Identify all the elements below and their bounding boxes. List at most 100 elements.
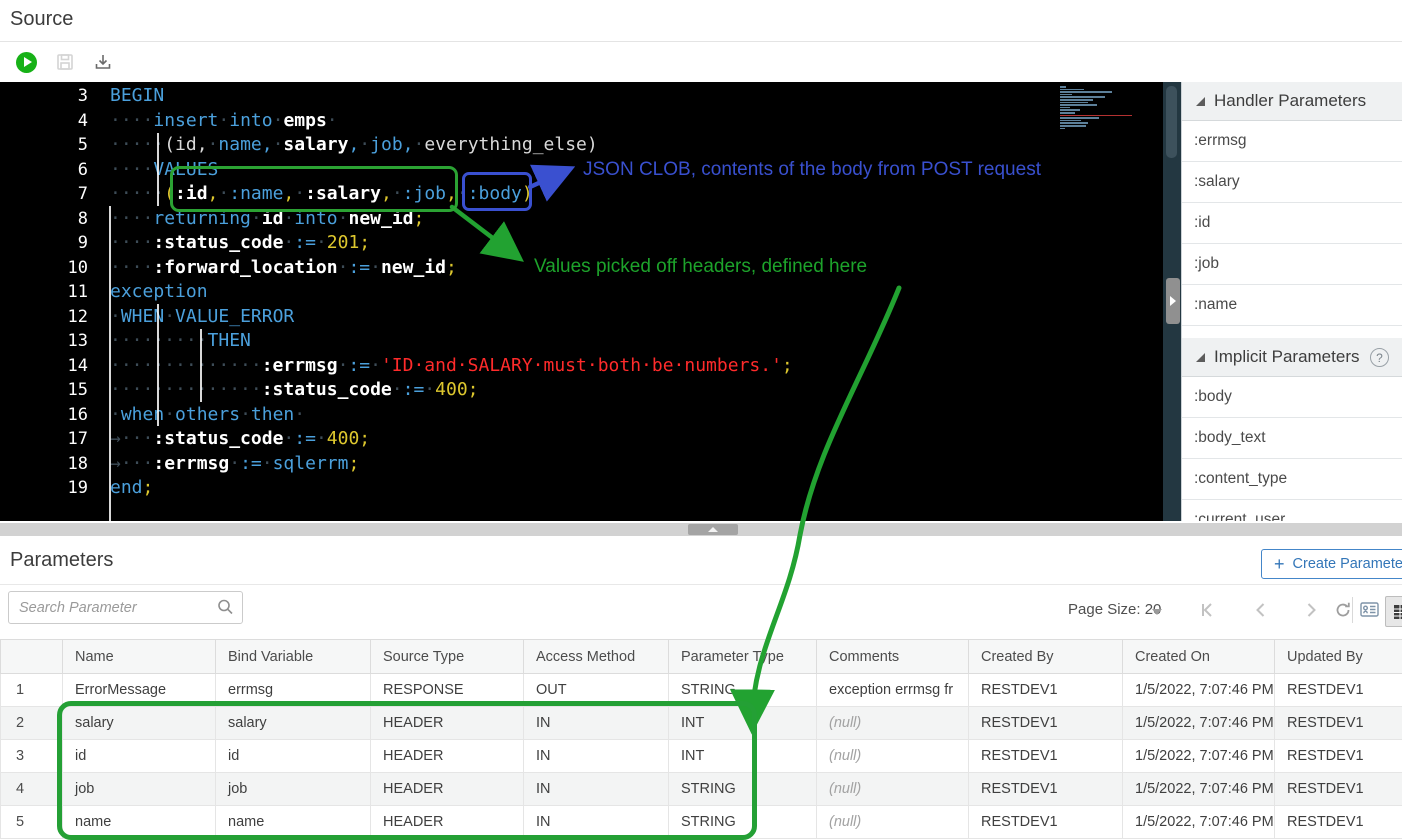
column-header[interactable]: Parameter Type <box>669 640 817 674</box>
handler-param-id[interactable]: :id <box>1182 203 1402 244</box>
column-header[interactable]: Created By <box>969 640 1123 674</box>
row-number: 1 <box>1 674 63 707</box>
cell: 1/5/2022, 7:07:46 PM <box>1123 806 1275 839</box>
play-icon <box>16 52 37 73</box>
implicit-parameters-list: :body:body_text:content_type:current_use… <box>1182 377 1402 521</box>
collapse-editor-handle[interactable] <box>688 524 738 535</box>
column-header[interactable] <box>1 640 63 674</box>
cell: HEADER <box>371 740 524 773</box>
handler-param-name[interactable]: :name <box>1182 285 1402 326</box>
cell: RESTDEV1 <box>969 773 1123 806</box>
handler-parameters-header[interactable]: Handler Parameters <box>1182 82 1402 121</box>
line-number: 12 <box>0 305 88 330</box>
column-header[interactable]: Updated By <box>1275 640 1402 674</box>
save-button[interactable] <box>52 49 78 75</box>
implicit-param-content_type[interactable]: :content_type <box>1182 459 1402 500</box>
cell: RESTDEV1 <box>1275 740 1402 773</box>
cell: (null) <box>817 707 969 740</box>
search-parameter-box <box>8 591 243 624</box>
plus-icon: + <box>1274 554 1285 575</box>
minimap-line <box>1060 99 1093 101</box>
column-header[interactable]: Bind Variable <box>216 640 371 674</box>
handler-param-errmsg[interactable]: :errmsg <box>1182 121 1402 162</box>
cell: IN <box>524 806 669 839</box>
table-row-id[interactable]: 3ididHEADERININT(null)RESTDEV11/5/2022, … <box>1 740 1402 773</box>
column-header[interactable]: Comments <box>817 640 969 674</box>
handler-param-salary[interactable]: :salary <box>1182 162 1402 203</box>
implicit-param-body_text[interactable]: :body_text <box>1182 418 1402 459</box>
line-number: 18 <box>0 452 88 477</box>
column-header[interactable]: Access Method <box>524 640 669 674</box>
source-title: Source <box>10 8 73 31</box>
source-header: Source <box>0 0 1402 42</box>
create-parameter-button[interactable]: + Create Parameter <box>1261 549 1402 579</box>
column-header[interactable]: Source Type <box>371 640 524 674</box>
card-view-button[interactable] <box>1356 596 1383 623</box>
code-editor[interactable]: 345678910111213141516171819 BEGIN····ins… <box>0 82 1163 521</box>
line-number: 15 <box>0 378 88 403</box>
run-button[interactable] <box>13 49 39 75</box>
parameters-table: NameBind VariableSource TypeAccess Metho… <box>0 639 1402 839</box>
cell: RESTDEV1 <box>1275 674 1402 707</box>
cell: 1/5/2022, 7:07:46 PM <box>1123 674 1275 707</box>
cell: IN <box>524 707 669 740</box>
implicit-parameters-header[interactable]: Implicit Parameters ? <box>1182 338 1402 377</box>
table-header-row: NameBind VariableSource TypeAccess Metho… <box>1 640 1402 674</box>
collapse-triangle-icon <box>1196 353 1205 362</box>
next-page-icon[interactable] <box>1300 599 1322 621</box>
panel-expand-handle[interactable] <box>1166 278 1180 324</box>
line-number: 11 <box>0 280 88 305</box>
cell: IN <box>524 773 669 806</box>
cell: RESPONSE <box>371 674 524 707</box>
cell: HEADER <box>371 707 524 740</box>
code-line-9: ····:status_code·:=·201; <box>110 231 793 256</box>
minimap-line <box>1060 89 1084 91</box>
cell: IN <box>524 740 669 773</box>
panel-gap <box>1182 326 1402 338</box>
refresh-icon[interactable] <box>1332 599 1354 621</box>
column-header[interactable]: Name <box>63 640 216 674</box>
help-icon[interactable]: ? <box>1370 348 1389 367</box>
minimap[interactable] <box>1060 86 1156 130</box>
cell: job <box>216 773 371 806</box>
implicit-param-current_user[interactable]: :current_user <box>1182 500 1402 521</box>
cell: (null) <box>817 773 969 806</box>
cell: name <box>216 806 371 839</box>
minimap-line <box>1060 117 1099 119</box>
download-button[interactable] <box>90 49 116 75</box>
collapse-triangle-icon <box>1196 97 1205 106</box>
line-number: 13 <box>0 329 88 354</box>
chevron-down-icon[interactable] <box>1152 609 1162 615</box>
page-size-selector[interactable]: Page Size: 20 <box>1068 601 1161 618</box>
table-row-salary[interactable]: 2salarysalaryHEADERININT(null)RESTDEV11/… <box>1 707 1402 740</box>
code-line-16: ·when·others·then· <box>110 403 793 428</box>
divider <box>1352 597 1353 623</box>
table-row-name[interactable]: 5namenameHEADERINSTRING(null)RESTDEV11/5… <box>1 806 1402 839</box>
code-lines: BEGIN····insert·into·emps······(id,·name… <box>110 84 793 501</box>
line-number: 19 <box>0 476 88 501</box>
search-parameter-input[interactable] <box>17 592 211 623</box>
minimap-line <box>1060 122 1088 124</box>
editor-scrollbar[interactable] <box>1163 82 1181 521</box>
previous-page-icon[interactable] <box>1250 599 1272 621</box>
minimap-line <box>1060 128 1065 130</box>
cell: (null) <box>817 740 969 773</box>
cell: RESTDEV1 <box>969 707 1123 740</box>
column-header[interactable]: Created On <box>1123 640 1275 674</box>
minimap-line <box>1060 91 1112 93</box>
line-number: 5 <box>0 133 88 158</box>
grid-view-button[interactable] <box>1385 596 1402 627</box>
first-page-icon[interactable] <box>1196 599 1218 621</box>
table-row-job[interactable]: 4jobjobHEADERINSTRING(null)RESTDEV11/5/2… <box>1 773 1402 806</box>
table-row-ErrorMessage[interactable]: 1ErrorMessageerrmsgRESPONSEOUTSTRINGexce… <box>1 674 1402 707</box>
search-icon[interactable] <box>216 598 234 621</box>
editor-toolbar <box>0 42 1402 82</box>
implicit-param-body[interactable]: :body <box>1182 377 1402 418</box>
code-line-7: ·····(:id,·:name,·:salary,·:job,·:body) <box>110 182 793 207</box>
line-number: 9 <box>0 231 88 256</box>
handler-param-job[interactable]: :job <box>1182 244 1402 285</box>
scrollbar-thumb[interactable] <box>1166 86 1177 158</box>
code-line-8: ····returning·id·into·new_id; <box>110 207 793 232</box>
handler-parameters-list: :errmsg:salary:id:job:name <box>1182 121 1402 326</box>
minimap-line <box>1060 104 1097 106</box>
